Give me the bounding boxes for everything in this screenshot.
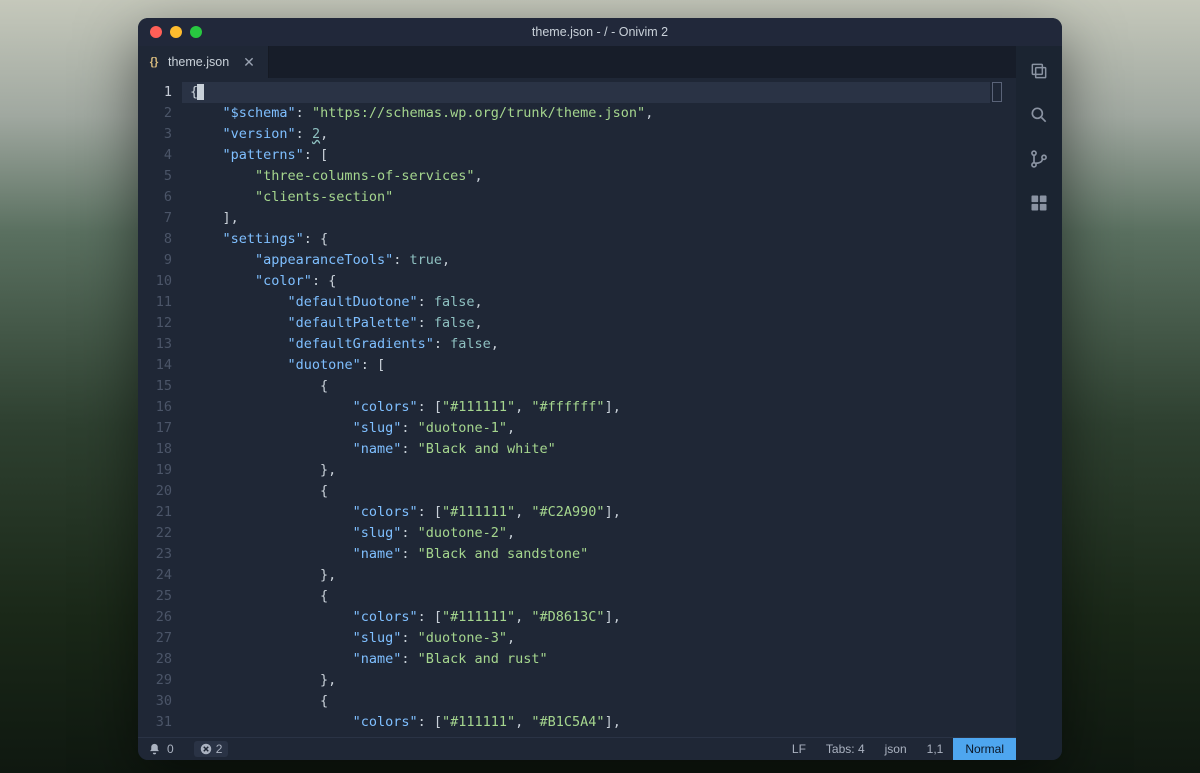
minimize-window-button[interactable] — [170, 26, 182, 38]
error-icon — [200, 743, 212, 755]
error-count: 2 — [216, 742, 223, 756]
bell-icon — [148, 743, 161, 756]
status-errors[interactable]: 2 — [184, 738, 239, 760]
close-window-button[interactable] — [150, 26, 162, 38]
tab-label: theme.json — [168, 55, 229, 69]
status-eol[interactable]: LF — [782, 738, 816, 760]
status-language[interactable]: json — [875, 738, 917, 760]
copy-icon[interactable] — [1028, 60, 1050, 82]
desktop-wallpaper: theme.json - / - Onivim 2 {} theme.json … — [0, 0, 1200, 773]
editor-window: theme.json - / - Onivim 2 {} theme.json … — [138, 18, 1062, 760]
status-notifications[interactable]: 0 — [138, 738, 184, 760]
tab-bar: {} theme.json ✕ — [138, 46, 1016, 78]
status-indent[interactable]: Tabs: 4 — [816, 738, 875, 760]
status-bar: 0 2 LF Tabs: 4 json 1,1 Normal — [138, 737, 1016, 760]
line-number-gutter: 1234567891011121314151617181920212223242… — [138, 78, 182, 737]
close-tab-icon[interactable]: ✕ — [243, 54, 255, 71]
activity-bar — [1016, 46, 1062, 760]
window-titlebar[interactable]: theme.json - / - Onivim 2 — [138, 18, 1062, 46]
vertical-scrollbar[interactable] — [1004, 78, 1016, 737]
tab-theme-json[interactable]: {} theme.json ✕ — [138, 46, 269, 78]
bell-count: 0 — [167, 742, 174, 756]
status-cursor-pos[interactable]: 1,1 — [917, 738, 954, 760]
source-control-icon[interactable] — [1028, 148, 1050, 170]
code-content[interactable]: { "$schema": "https://schemas.wp.org/tru… — [182, 78, 990, 737]
search-icon[interactable] — [1028, 104, 1050, 126]
window-title: theme.json - / - Onivim 2 — [532, 25, 668, 39]
code-editor[interactable]: 1234567891011121314151617181920212223242… — [138, 78, 1016, 737]
json-file-icon: {} — [148, 56, 160, 68]
minimap[interactable] — [990, 78, 1004, 737]
zoom-window-button[interactable] — [190, 26, 202, 38]
extensions-icon[interactable] — [1028, 192, 1050, 214]
vim-mode-indicator: Normal — [953, 738, 1016, 760]
